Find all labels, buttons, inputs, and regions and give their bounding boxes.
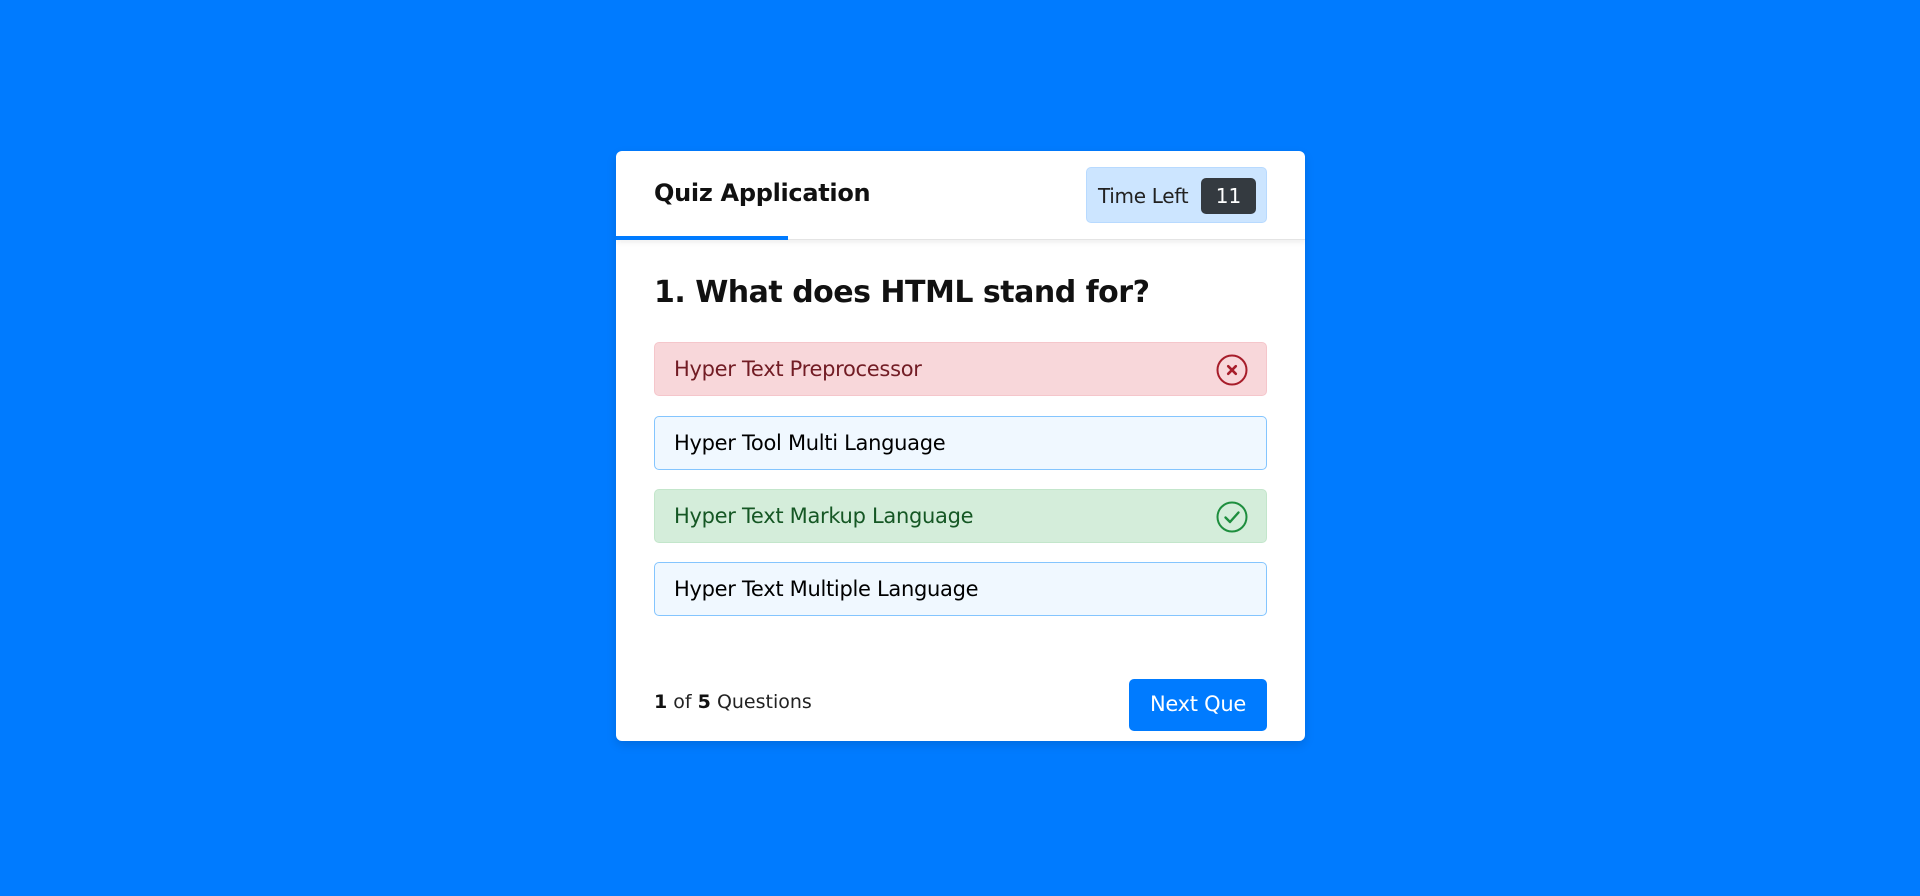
of-text: of	[673, 691, 692, 713]
check-circle-icon	[1216, 501, 1248, 533]
option-label: Hyper Text Markup Language	[674, 504, 974, 528]
app-title: Quiz Application	[654, 179, 871, 207]
total-questions-number: 5	[697, 691, 711, 713]
question-text: 1. What does HTML stand for?	[654, 275, 1150, 310]
time-progress-line	[616, 236, 789, 240]
current-question-number: 1	[654, 691, 668, 713]
quiz-box: Quiz Application Time Left 11 1. What do…	[616, 151, 1305, 741]
option-label: Hyper Tool Multi Language	[674, 431, 946, 455]
timer-seconds: 11	[1201, 178, 1256, 214]
timer-label: Time Left	[1098, 184, 1189, 208]
quiz-header: Quiz Application Time Left 11	[616, 151, 1305, 240]
cross-circle-icon	[1216, 354, 1248, 386]
option-label: Hyper Text Preprocessor	[674, 357, 922, 381]
questions-text: Questions	[716, 691, 812, 713]
timer: Time Left 11	[1086, 167, 1267, 223]
option-3[interactable]: Hyper Text Markup Language	[654, 489, 1267, 543]
option-2[interactable]: Hyper Tool Multi Language	[654, 416, 1267, 470]
option-4[interactable]: Hyper Text Multiple Language	[654, 562, 1267, 616]
quiz-footer: 1 of 5 Questions Next Que	[616, 667, 1305, 741]
option-label: Hyper Text Multiple Language	[674, 577, 979, 601]
option-1[interactable]: Hyper Text Preprocessor	[654, 342, 1267, 396]
question-counter: 1 of 5 Questions	[654, 691, 812, 713]
next-question-button[interactable]: Next Que	[1129, 679, 1267, 731]
